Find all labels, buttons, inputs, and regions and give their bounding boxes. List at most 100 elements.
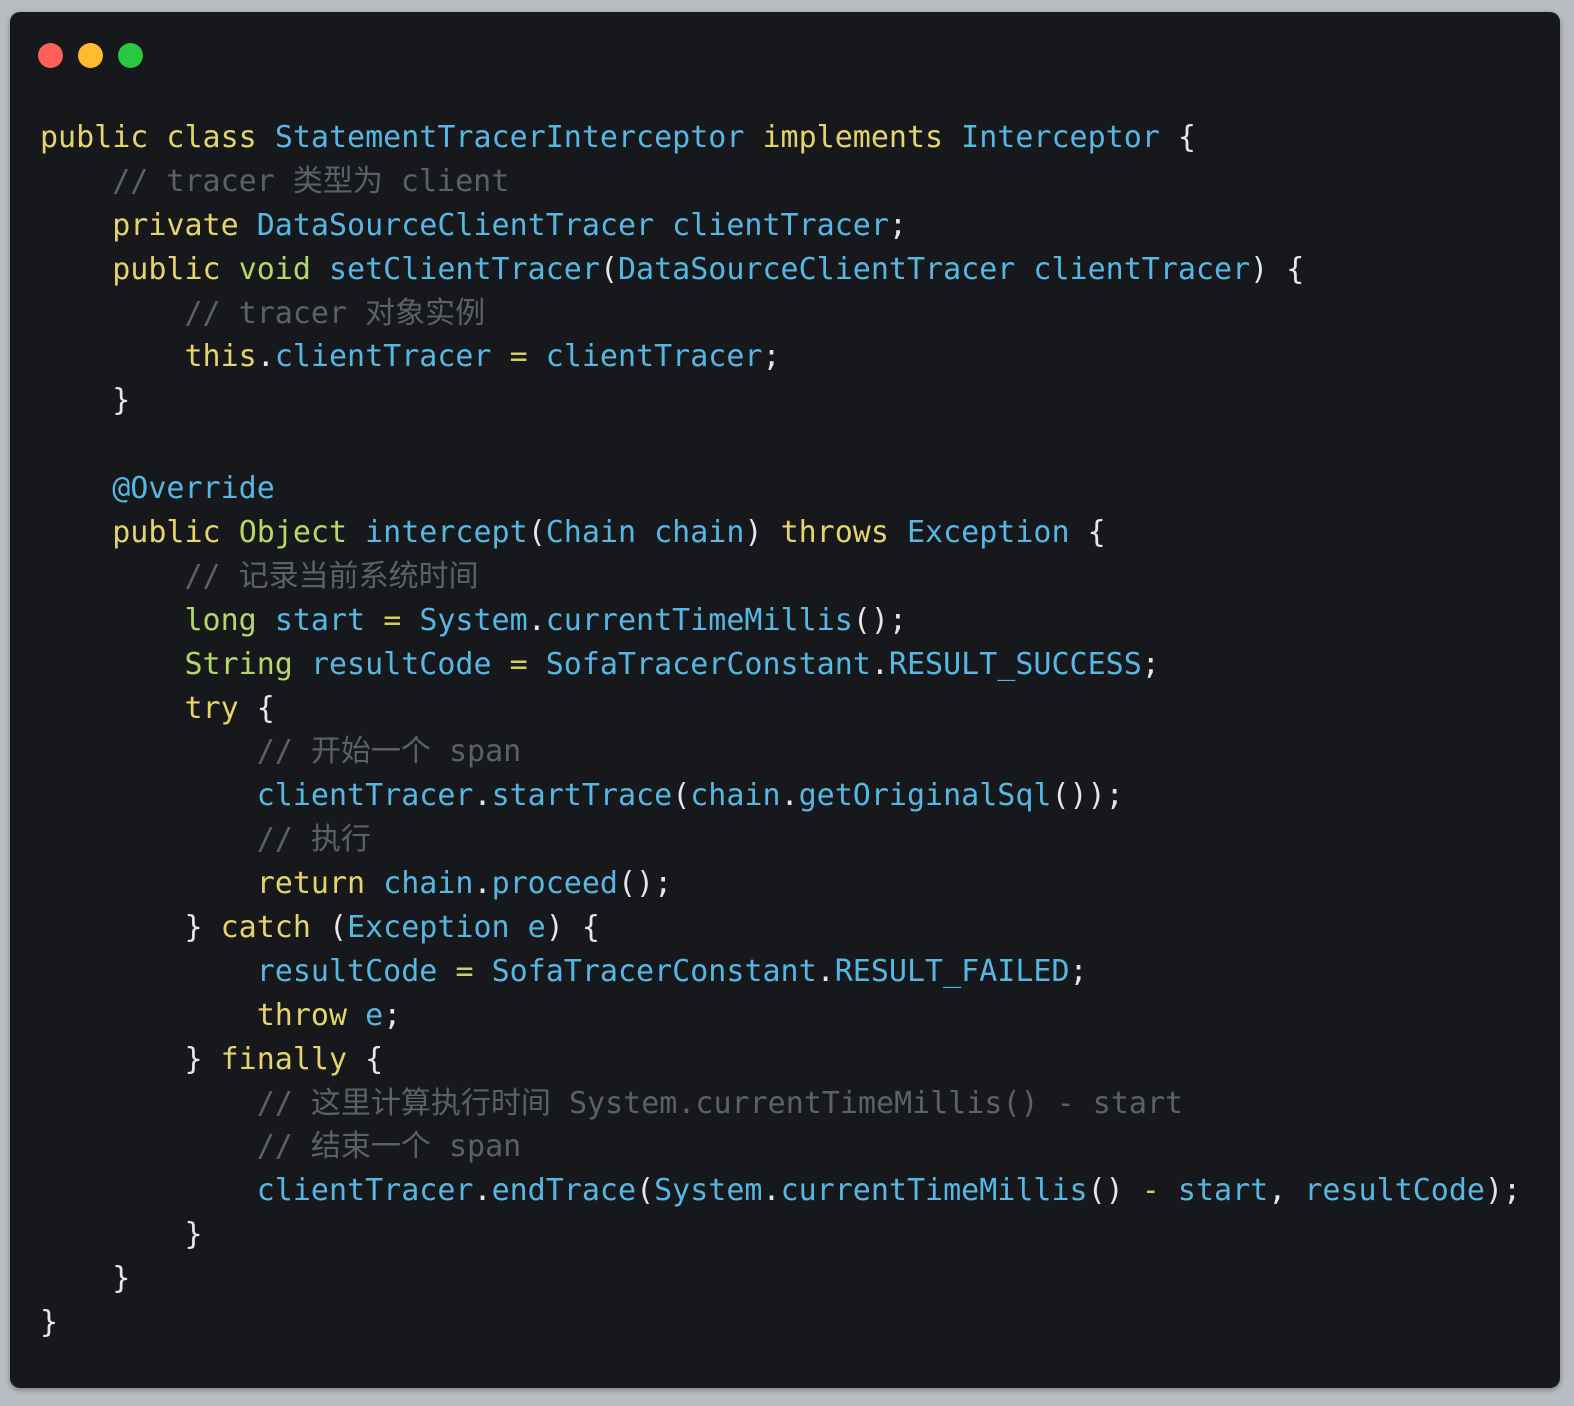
- code-token: (: [672, 778, 691, 814]
- code-line: } finally {: [40, 1038, 1521, 1082]
- code-token: .: [473, 866, 492, 902]
- code-line: // 这里计算执行时间 System.currentTimeMillis() -…: [40, 1082, 1521, 1126]
- code-token: Exception: [907, 515, 1088, 551]
- code-token: @Override: [112, 471, 275, 507]
- code-token: -: [1141, 1173, 1178, 1209]
- code-token: clientTracer: [274, 339, 510, 375]
- code-token: chain: [383, 866, 474, 902]
- code-line: private DataSourceClientTracer clientTra…: [40, 204, 1521, 248]
- code-line: try {: [40, 687, 1521, 731]
- code-comment: // tracer 类型为 client: [112, 163, 510, 199]
- code-token: ,: [1268, 1173, 1305, 1209]
- code-token: ) {: [545, 910, 600, 946]
- zoom-button[interactable]: [118, 43, 143, 68]
- code-token: {: [1087, 515, 1106, 551]
- code-comment: // 执行: [256, 822, 371, 858]
- minimize-button[interactable]: [78, 43, 103, 68]
- code-line: // 执行: [40, 818, 1521, 862]
- code-token: =: [509, 339, 546, 375]
- code-comment: // 记录当前系统时间: [184, 558, 479, 594]
- code-token: start: [274, 602, 384, 638]
- code-token: clientTracer: [256, 1173, 474, 1209]
- code-token: }: [40, 1261, 131, 1297]
- code-line: @Override: [40, 467, 1521, 511]
- code-token: proceed: [491, 866, 618, 902]
- code-token: ;: [1141, 646, 1160, 682]
- code-line: resultCode = SofaTracerConstant.RESULT_F…: [40, 950, 1521, 994]
- code-line: // 记录当前系统时间: [40, 555, 1521, 599]
- code-token: public: [112, 515, 239, 551]
- code-token: Exception e: [347, 910, 546, 946]
- code-token: StatementTracerInterceptor: [274, 120, 763, 155]
- code-token: start: [1177, 1173, 1269, 1209]
- code-comment: // 结束一个 span: [256, 1129, 522, 1165]
- code-token: SofaTracerConstant: [545, 646, 871, 682]
- code-comment: // tracer 对象实例: [184, 295, 486, 331]
- code-token: RESULT_FAILED: [834, 953, 1070, 989]
- code-line: // 结束一个 span: [40, 1125, 1521, 1169]
- code-token: setClientTracer: [329, 251, 600, 287]
- code-token: ();: [618, 866, 673, 902]
- code-line: public class StatementTracerInterceptor …: [40, 116, 1521, 160]
- code-token: ;: [888, 207, 907, 243]
- code-token: ): [744, 515, 781, 551]
- code-token: .: [527, 602, 546, 638]
- code-token: System: [654, 1173, 763, 1209]
- code-token: DataSourceClientTracer clientTracer: [256, 207, 889, 243]
- code-line: // 开始一个 span: [40, 730, 1521, 774]
- code-token: .: [870, 646, 889, 682]
- code-window: public class StatementTracerInterceptor …: [10, 12, 1560, 1388]
- code-line: }: [40, 1257, 1521, 1301]
- code-token: getOriginalSql: [798, 778, 1052, 814]
- code-token: endTrace: [491, 1173, 637, 1209]
- code-token: =: [383, 602, 420, 638]
- code-token: e: [365, 997, 384, 1033]
- code-block: public class StatementTracerInterceptor …: [40, 116, 1521, 1345]
- code-token: implements: [762, 120, 962, 155]
- code-line: }: [40, 379, 1521, 423]
- code-token: throws: [780, 515, 907, 551]
- code-token: public: [112, 251, 239, 287]
- close-button[interactable]: [38, 43, 63, 68]
- code-token: try: [184, 690, 257, 726]
- code-token: intercept: [365, 515, 528, 551]
- code-token: Object: [238, 515, 366, 551]
- code-token: {: [256, 690, 275, 726]
- code-token: RESULT_SUCCESS: [888, 646, 1142, 682]
- code-token: SofaTracerConstant: [491, 953, 817, 989]
- code-token: (: [636, 1173, 655, 1209]
- code-token: {: [365, 1041, 384, 1077]
- code-token: this: [184, 339, 257, 375]
- code-token: clientTracer: [256, 778, 474, 814]
- code-token: chain: [690, 778, 781, 814]
- code-token: .: [762, 1173, 781, 1209]
- code-token: =: [455, 953, 492, 989]
- code-token: (: [599, 251, 618, 287]
- code-token: (: [329, 910, 348, 946]
- code-token: ;: [762, 339, 781, 375]
- code-token: void: [238, 251, 329, 287]
- code-token: .: [256, 339, 275, 375]
- code-token: Chain chain: [545, 515, 745, 551]
- code-token: catch: [220, 910, 329, 946]
- code-line: String resultCode = SofaTracerConstant.R…: [40, 643, 1521, 687]
- code-token: ;: [1069, 953, 1088, 989]
- code-token: (): [1087, 1173, 1142, 1209]
- code-line: } catch (Exception e) {: [40, 906, 1521, 950]
- code-line: }: [40, 1301, 1521, 1345]
